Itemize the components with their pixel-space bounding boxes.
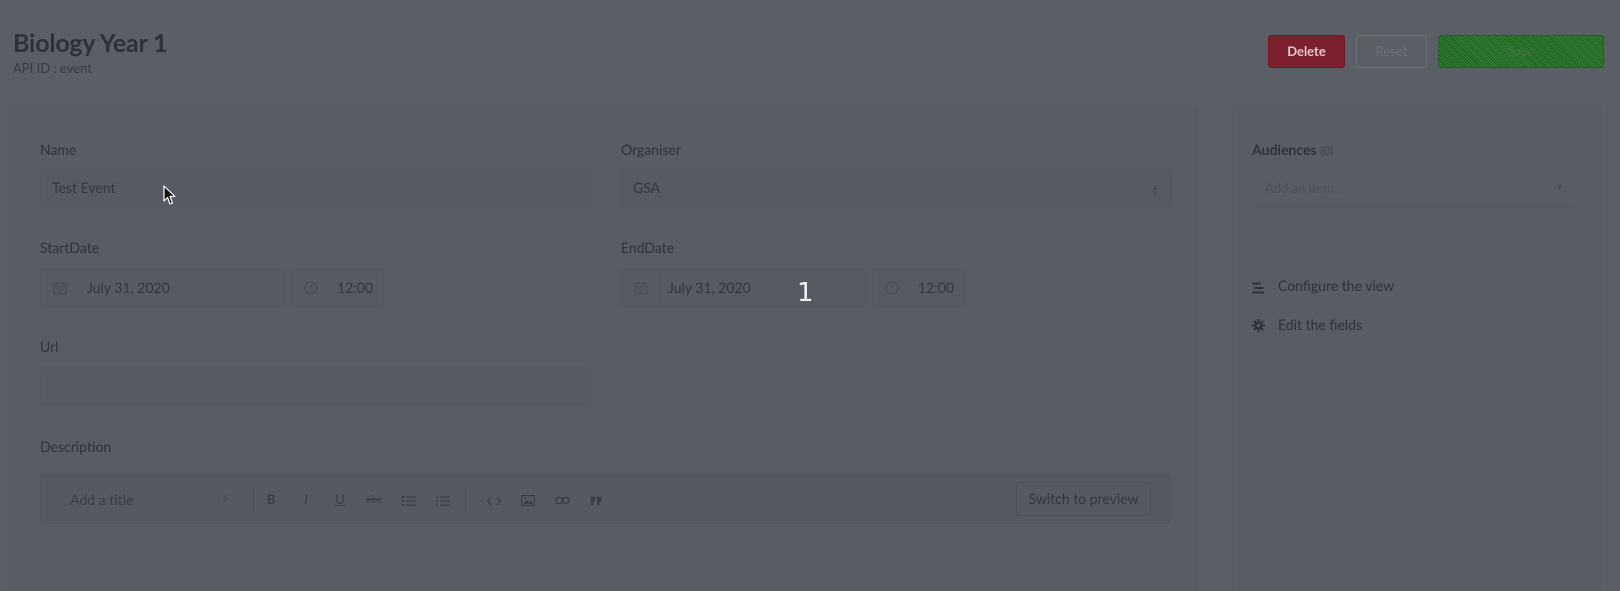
code-icon [486,496,502,506]
code-button[interactable] [479,485,509,514]
edit-fields-label: Edit the fields [1278,316,1363,333]
startdate-value: July 31, 2020 [87,279,170,296]
select-arrows-icon: ▲ ▼ [1150,181,1160,198]
url-input[interactable] [40,367,591,406]
description-label: Description [40,438,112,455]
url-label: Url [40,338,59,355]
gear-icon [1252,317,1265,336]
configure-view-label: Configure the view [1278,277,1395,294]
quote-button[interactable] [581,485,611,514]
image-icon [521,495,536,507]
ordered-list-icon [402,495,416,506]
audiences-count: (0) [1320,143,1334,158]
save-button[interactable]: Save [1438,35,1604,68]
image-button[interactable] [513,485,543,514]
page-title: Biology Year 1 [13,28,168,58]
ordered-list-button[interactable] [394,485,424,514]
reset-button[interactable]: Reset [1356,35,1427,68]
organiser-label: Organiser [621,141,681,158]
mouse-pointer-icon [163,185,177,210]
quote-icon [590,496,602,506]
list-icon [1252,279,1264,298]
starttime-value: 12:00 [337,279,373,296]
chevron-down-icon: ▼ [1555,181,1564,192]
underline-button[interactable]: U [325,485,355,514]
clock-icon [873,269,911,306]
organiser-value: GSA [633,179,661,196]
clock-icon [292,269,330,306]
audiences-select[interactable]: Add an item... ▼ [1252,168,1575,207]
heading-select[interactable]: Add a title [51,485,229,514]
audiences-label: Audiences (0) [1252,141,1334,158]
name-label: Name [40,141,77,158]
organiser-select[interactable]: GSA [621,168,1172,207]
italic-button[interactable]: I [291,485,321,514]
toolbar-divider [253,487,254,513]
audiences-label-text: Audiences [1252,141,1317,158]
delete-button[interactable]: Delete [1268,35,1345,68]
link-icon [554,497,570,505]
startdate-label: StartDate [40,239,100,256]
select-arrows-icon: ▲ ▼ [221,492,229,505]
strikethrough-button[interactable]: abc [359,485,389,514]
heading-select-value: Add a title [70,491,134,508]
audiences-placeholder: Add an item... [1265,180,1344,196]
link-button[interactable] [547,485,577,514]
endtime-value: 12:00 [918,279,954,296]
calendar-icon [41,269,79,306]
enddate-label: EndDate [621,239,675,256]
wysiwyg-toolbar: Add a title ▲ ▼ B I U abc Switch to previ… [40,474,1170,524]
step-number-overlay: 1 [797,278,814,308]
unordered-list-button[interactable] [428,485,458,514]
toolbar-divider [465,487,466,513]
name-input[interactable]: Test Event [40,168,591,207]
switch-to-preview-button[interactable]: Switch to preview [1016,482,1151,516]
calendar-icon [622,269,660,306]
api-id: API ID : event [13,60,92,76]
enddate-value: July 31, 2020 [668,279,751,296]
unordered-list-icon [436,495,450,506]
bold-button[interactable]: B [256,485,286,514]
